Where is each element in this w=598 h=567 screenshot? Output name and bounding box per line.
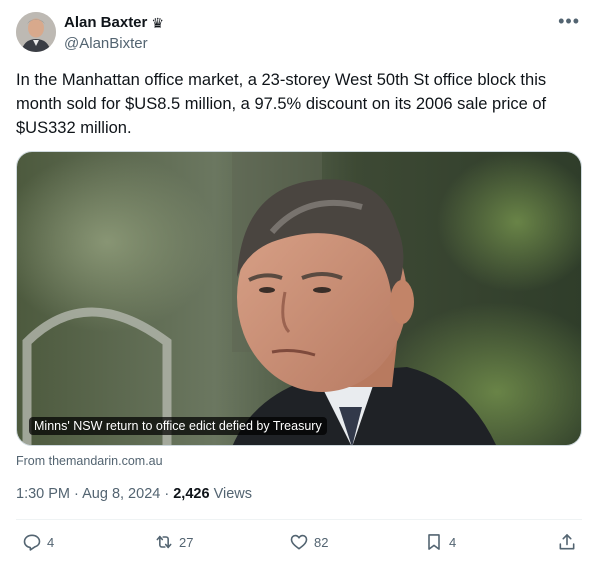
bookmark-button[interactable]: 4 xyxy=(424,532,456,552)
crown-icon: ♛ xyxy=(151,14,164,31)
tweet-text: In the Manhattan office market, a 23-sto… xyxy=(16,71,547,137)
bookmark-count: 4 xyxy=(449,534,457,550)
views-count: 2,426 xyxy=(173,486,210,502)
link-card[interactable]: Minns' NSW return to office edict defied… xyxy=(16,151,582,446)
action-bar: 4 27 82 4 xyxy=(0,520,598,567)
card-source[interactable]: From themandarin.com.au xyxy=(16,454,163,468)
card-caption: Minns' NSW return to office edict defied… xyxy=(29,417,327,435)
repost-count: 27 xyxy=(179,534,194,550)
tweet-date[interactable]: Aug 8, 2024 xyxy=(82,486,160,502)
share-icon xyxy=(559,534,575,550)
heart-icon xyxy=(290,534,308,550)
repost-button[interactable]: 27 xyxy=(154,532,193,552)
author-display-name[interactable]: Alan Baxter xyxy=(64,14,147,31)
repost-icon xyxy=(156,535,172,549)
views-label: Views xyxy=(213,486,252,502)
reply-icon xyxy=(23,534,41,551)
avatar[interactable] xyxy=(16,12,56,52)
avatar-image xyxy=(16,12,56,52)
reply-count: 4 xyxy=(47,534,55,550)
share-button[interactable] xyxy=(557,532,577,552)
bookmark-icon xyxy=(428,534,440,550)
reply-button[interactable]: 4 xyxy=(22,532,54,552)
tweet-time[interactable]: 1:30 PM xyxy=(16,486,70,502)
author-handle[interactable]: @AlanBixter xyxy=(64,35,148,52)
author-name-row: Alan Baxter ♛ xyxy=(64,14,164,31)
tweet-meta: 1:30 PM · Aug 8, 2024 · 2,426 Views xyxy=(16,486,252,502)
card-photo xyxy=(17,152,581,445)
like-count: 82 xyxy=(314,534,329,550)
meta-separator: · xyxy=(164,486,170,502)
like-button[interactable]: 82 xyxy=(289,532,328,552)
meta-separator: · xyxy=(74,486,79,502)
more-options-icon[interactable]: ••• xyxy=(558,12,580,30)
